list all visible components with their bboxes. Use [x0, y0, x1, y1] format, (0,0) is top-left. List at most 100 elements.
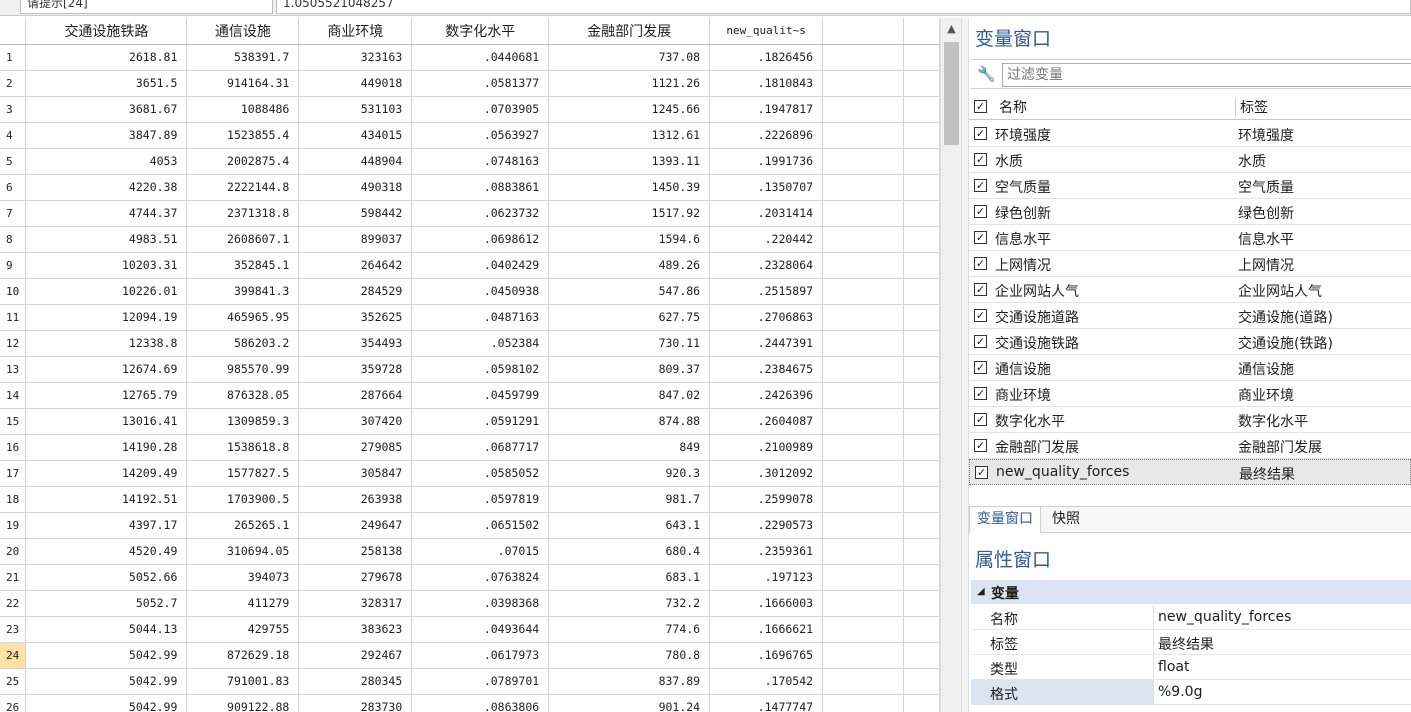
table-row[interactable]: 17 14209.49 1577827.5 305847.0585052 920.3.3…: [0, 460, 940, 487]
property-value[interactable]: float: [1158, 659, 1189, 675]
table-cell[interactable]: 780.8: [548, 642, 711, 669]
table-cell[interactable]: 1450.39: [548, 174, 711, 201]
row-number[interactable]: 4: [0, 122, 27, 149]
table-cell[interactable]: 14190.28: [25, 434, 188, 461]
empty-cell[interactable]: [822, 642, 904, 669]
table-cell[interactable]: .1947817: [709, 96, 824, 123]
table-row[interactable]: 12 12338.8 586203.2 354493.052384 730.11.244…: [0, 330, 940, 357]
column-header[interactable]: 交通设施铁路: [25, 18, 188, 45]
empty-cell[interactable]: [903, 330, 940, 357]
variable-checkbox[interactable]: ✓: [974, 283, 987, 296]
table-cell[interactable]: 354493: [298, 330, 413, 357]
empty-cell[interactable]: [903, 382, 940, 409]
property-value[interactable]: 最终结果: [1158, 634, 1214, 654]
table-cell[interactable]: 901.24: [548, 694, 711, 712]
column-header[interactable]: 数字化水平: [411, 18, 550, 45]
variable-checkbox[interactable]: ✓: [974, 309, 987, 322]
table-cell[interactable]: .2515897: [709, 278, 824, 305]
table-cell[interactable]: 985570.99: [186, 356, 300, 383]
table-cell[interactable]: 872629.18: [186, 642, 300, 669]
table-cell[interactable]: .3012092: [709, 460, 824, 487]
empty-cell[interactable]: [903, 434, 940, 461]
table-cell[interactable]: 449018: [298, 70, 413, 97]
table-row[interactable]: 9 10203.31 352845.1 264642.0402429 489.26.23…: [0, 252, 940, 279]
empty-cell[interactable]: [822, 96, 904, 123]
property-row[interactable]: 类型 float: [971, 655, 1411, 680]
empty-cell[interactable]: [903, 616, 940, 643]
row-number[interactable]: 24: [0, 642, 27, 669]
empty-cell[interactable]: [822, 616, 904, 643]
empty-cell[interactable]: [903, 96, 940, 123]
table-cell[interactable]: .0581377: [411, 70, 550, 97]
table-cell[interactable]: .1477747: [709, 694, 824, 712]
table-cell[interactable]: 809.37: [548, 356, 711, 383]
empty-cell[interactable]: [903, 174, 940, 201]
wrench-icon[interactable]: 🔧: [977, 65, 996, 83]
variable-row[interactable]: ✓ 企业网站人气 企业网站人气: [969, 277, 1411, 303]
table-row[interactable]: 1 2618.81 538391.7 323163.0440681 737.08.182…: [0, 44, 940, 71]
table-cell[interactable]: .2599078: [709, 486, 824, 513]
variable-checkbox[interactable]: ✓: [974, 205, 987, 218]
table-cell[interactable]: 774.6: [548, 616, 711, 643]
variable-checkbox[interactable]: ✓: [974, 179, 987, 192]
table-row[interactable]: 22 5052.7 411279 328317.0398368 732.2.166600…: [0, 590, 940, 617]
table-cell[interactable]: .1991736: [709, 148, 824, 175]
empty-cell[interactable]: [822, 174, 904, 201]
empty-cell[interactable]: [822, 200, 904, 227]
variable-row[interactable]: ✓ 数字化水平 数字化水平: [969, 407, 1411, 433]
table-row[interactable]: 10 10226.01 399841.3 284529.0450938 547.86.2…: [0, 278, 940, 305]
tab-variables-window[interactable]: 变量窗口: [969, 507, 1041, 533]
variable-checkbox[interactable]: ✓: [974, 439, 987, 452]
empty-cell[interactable]: [903, 70, 940, 97]
table-cell[interactable]: 10226.01: [25, 278, 188, 305]
empty-cell[interactable]: [903, 304, 940, 331]
table-row[interactable]: 18 14192.51 1703900.5 263938.0597819 981.7.2…: [0, 486, 940, 513]
table-cell[interactable]: 448904: [298, 148, 413, 175]
table-row[interactable]: 23 5044.13 429755 383623.0493644 774.6.16666…: [0, 616, 940, 643]
table-cell[interactable]: 981.7: [548, 486, 711, 513]
variable-row[interactable]: ✓ new_quality_forces 最终结果: [969, 459, 1411, 485]
table-cell[interactable]: .1666003: [709, 590, 824, 617]
empty-cell[interactable]: [903, 200, 940, 227]
table-cell[interactable]: 305847: [298, 460, 413, 487]
row-number[interactable]: 15: [0, 408, 27, 435]
table-cell[interactable]: 310694.05: [186, 538, 300, 565]
table-cell[interactable]: 12674.69: [25, 356, 188, 383]
table-cell[interactable]: 874.88: [548, 408, 711, 435]
table-cell[interactable]: 14192.51: [25, 486, 188, 513]
table-row[interactable]: 14 12765.79 876328.05 287664.0459799 847.02.…: [0, 382, 940, 409]
variable-row[interactable]: ✓ 信息水平 信息水平: [969, 225, 1411, 251]
column-header[interactable]: 商业环境: [298, 18, 413, 45]
empty-cell[interactable]: [822, 668, 904, 695]
table-cell[interactable]: .2604087: [709, 408, 824, 435]
table-cell[interactable]: .0598102: [411, 356, 550, 383]
table-cell[interactable]: .2290573: [709, 512, 824, 539]
table-cell[interactable]: 4983.51: [25, 226, 188, 253]
row-number[interactable]: 2: [0, 70, 27, 97]
row-number[interactable]: 16: [0, 434, 27, 461]
table-cell[interactable]: 5044.13: [25, 616, 188, 643]
table-cell[interactable]: 547.86: [548, 278, 711, 305]
table-row[interactable]: 4 3847.89 1523855.4 434015.0563927 1312.61.2…: [0, 122, 940, 149]
table-cell[interactable]: 4397.17: [25, 512, 188, 539]
collapse-triangle-icon[interactable]: ◢: [977, 586, 985, 597]
empty-cell[interactable]: [822, 486, 904, 513]
empty-cell[interactable]: [822, 304, 904, 331]
property-row[interactable]: 名称 new_quality_forces: [971, 605, 1411, 630]
table-cell[interactable]: 1517.92: [548, 200, 711, 227]
empty-cell[interactable]: [903, 668, 940, 695]
table-cell[interactable]: 14209.49: [25, 460, 188, 487]
table-row[interactable]: 25 5042.99 791001.83 280345.0789701 837.89.1…: [0, 668, 940, 695]
variable-row[interactable]: ✓ 交通设施铁路 交通设施(铁路): [969, 329, 1411, 355]
table-cell[interactable]: 383623: [298, 616, 413, 643]
table-cell[interactable]: 359728: [298, 356, 413, 383]
table-cell[interactable]: 4520.49: [25, 538, 188, 565]
table-cell[interactable]: 394073: [186, 564, 300, 591]
column-header[interactable]: 金融部门发展: [548, 18, 711, 45]
row-number[interactable]: 22: [0, 590, 27, 617]
table-cell[interactable]: 531103: [298, 96, 413, 123]
table-cell[interactable]: 258138: [298, 538, 413, 565]
table-cell[interactable]: .0651502: [411, 512, 550, 539]
table-cell[interactable]: 837.89: [548, 668, 711, 695]
empty-cell[interactable]: [822, 330, 904, 357]
